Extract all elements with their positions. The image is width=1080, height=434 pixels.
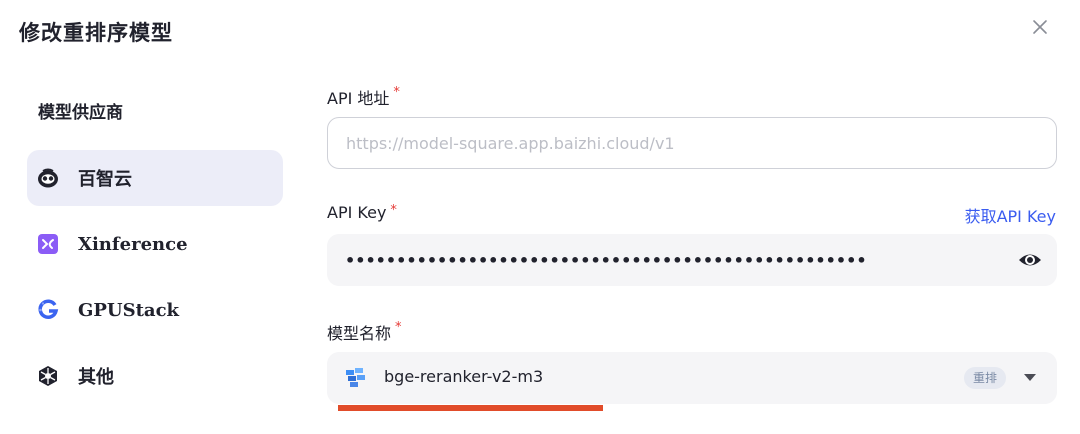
provider-heading: 模型供应商 xyxy=(38,103,123,123)
other-provider-icon xyxy=(37,365,59,387)
required-mark: * xyxy=(395,320,402,335)
provider-label: 其他 xyxy=(78,367,114,388)
eye-icon[interactable] xyxy=(1017,248,1043,272)
required-mark: * xyxy=(393,85,400,100)
provider-item-baizhi[interactable]: 百智云 xyxy=(27,150,283,206)
model-cube-icon xyxy=(345,368,367,388)
model-name-value: bge-reranker-v2-m3 xyxy=(384,367,544,386)
baizhi-cloud-icon xyxy=(37,167,59,189)
provider-item-xinference[interactable]: Xinference xyxy=(27,216,283,272)
provider-label: Xinference xyxy=(78,233,188,255)
dialog-title: 修改重排序模型 xyxy=(19,21,173,45)
provider-label: GPUStack xyxy=(78,299,180,321)
required-mark: * xyxy=(390,203,397,218)
get-api-key-link[interactable]: 获取API Key xyxy=(965,203,1056,227)
xinference-icon xyxy=(37,233,59,255)
close-icon[interactable] xyxy=(1030,17,1050,37)
api-key-label: API Key * xyxy=(327,203,397,222)
gpustack-icon xyxy=(37,299,59,321)
chevron-down-icon[interactable] xyxy=(1024,374,1036,381)
api-address-field[interactable] xyxy=(327,117,1057,169)
api-key-field[interactable]: ••••••••••••••••••••••••••••••••••••••••… xyxy=(327,234,1057,286)
model-type-badge: 重排 xyxy=(964,367,1007,389)
provider-label: 百智云 xyxy=(78,169,132,190)
provider-item-gpustack[interactable]: GPUStack xyxy=(27,282,283,338)
highlight-underline xyxy=(338,405,603,411)
api-address-label: API 地址 * xyxy=(327,85,400,108)
provider-item-other[interactable]: 其他 xyxy=(27,348,283,404)
api-address-input[interactable] xyxy=(328,118,1056,168)
model-name-label: 模型名称 * xyxy=(327,320,402,343)
api-key-masked-value[interactable]: ••••••••••••••••••••••••••••••••••••••••… xyxy=(345,251,867,270)
model-name-select[interactable]: bge-reranker-v2-m3 重排 xyxy=(327,352,1057,404)
